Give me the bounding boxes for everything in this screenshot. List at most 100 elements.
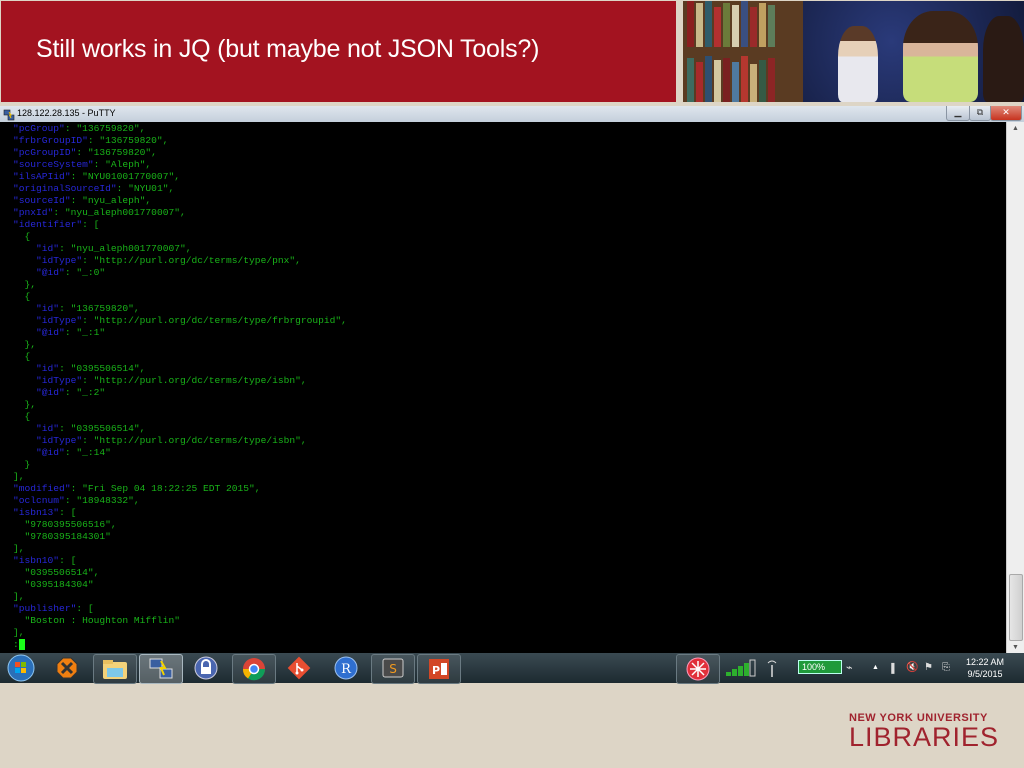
svg-text:R: R — [341, 662, 352, 677]
terminal-line: "@id": "_:2" — [13, 387, 1020, 399]
terminal-line: "id": "0395506514", — [13, 363, 1020, 375]
json-value — [13, 315, 36, 326]
terminal-line: "pcGroupID": "136759820", — [13, 147, 1020, 159]
volume-muted-icon[interactable]: 🔇 — [906, 653, 920, 683]
logo-line2: LIBRARIES — [849, 722, 1000, 752]
terminal-line: ], — [13, 591, 1020, 603]
json-value: : "http://purl.org/dc/terms/type/isbn", — [82, 435, 307, 446]
terminal-line: ], — [13, 471, 1020, 483]
terminal-line: "id": "136759820", — [13, 303, 1020, 315]
json-key: "idType" — [36, 435, 83, 446]
taskbar-app-git[interactable] — [278, 654, 320, 682]
terminal-output[interactable]: "pcGroup": "136759820", "frbrGroupID": "1… — [0, 123, 1020, 654]
terminal-line: }, — [13, 279, 1020, 291]
json-key: "pcGroup" — [13, 123, 65, 134]
terminal-line: { — [13, 351, 1020, 363]
json-value: : "136759820", — [59, 303, 140, 314]
json-value: { — [13, 231, 31, 242]
terminal-line: "@id": "_:0" — [13, 267, 1020, 279]
taskbar-app-xmarks[interactable] — [46, 654, 88, 682]
terminal-line: { — [13, 411, 1020, 423]
terminal-line: "isbn13": [ — [13, 507, 1020, 519]
json-key: "frbrGroupID" — [13, 135, 88, 146]
json-key: "id" — [36, 303, 60, 314]
taskbar-app-powerpoint[interactable]: P — [417, 654, 461, 684]
taskbar-app-explorer[interactable] — [93, 654, 137, 684]
putty-window[interactable]: 128.122.28.135 - PuTTY ▁ ⧉ ✕ "pcGroup": … — [0, 106, 1024, 654]
taskbar-app-sublime[interactable]: S — [371, 654, 415, 684]
json-key: "id" — [36, 423, 60, 434]
terminal-line: "oclcnum": "18948332", — [13, 495, 1020, 507]
json-value: }, — [13, 339, 37, 350]
json-key: "id" — [36, 363, 60, 374]
taskbar-app-pinned-red[interactable] — [676, 654, 720, 684]
json-key: "ilsAPIid" — [13, 171, 71, 182]
wireless-icon[interactable] — [764, 653, 784, 683]
json-value — [13, 375, 36, 386]
json-key: "sourceSystem" — [13, 159, 94, 170]
json-key: "@id" — [36, 447, 65, 458]
window-titlebar[interactable]: 128.122.28.135 - PuTTY ▁ ⧉ ✕ — [0, 106, 1024, 122]
json-value — [13, 267, 36, 278]
terminal-line: "pnxId": "nyu_aleph001770007", — [13, 207, 1020, 219]
svg-text:P: P — [432, 664, 440, 677]
taskbar-app-keepass[interactable] — [185, 654, 227, 682]
clipboard-icon[interactable]: ⎘ — [942, 653, 956, 683]
restore-button[interactable]: ⧉ — [969, 106, 991, 121]
json-value: : [ — [76, 603, 94, 614]
terminal-line: }, — [13, 339, 1020, 351]
terminal-line: "9780395184301" — [13, 531, 1020, 543]
git-icon — [287, 656, 311, 680]
terminal-line: { — [13, 291, 1020, 303]
json-key: "publisher" — [13, 603, 77, 614]
json-value — [13, 435, 36, 446]
taskbar-app-r[interactable]: R — [325, 654, 367, 682]
terminal-line: "pcGroup": "136759820", — [13, 123, 1020, 135]
json-value: ], — [13, 591, 25, 602]
network-icon[interactable]: ▐ — [888, 653, 902, 683]
terminal-line: "@id": "_:14" — [13, 447, 1020, 459]
text-cursor — [18, 639, 25, 650]
json-key: "originalSourceId" — [13, 183, 117, 194]
terminal-line: } — [13, 459, 1020, 471]
scrollbar-thumb[interactable] — [1009, 574, 1023, 641]
system-clock[interactable]: 12:22 AM 9/5/2015 — [966, 656, 1004, 680]
terminal-line: "ilsAPIid": "NYU01001770007", — [13, 171, 1020, 183]
nyu-libraries-logo: NEW YORK UNIVERSITY LIBRARIES — [849, 712, 999, 753]
close-button[interactable]: ✕ — [990, 106, 1022, 121]
slide-title-banner: Still works in JQ (but maybe not JSON To… — [1, 1, 676, 102]
terminal-line: }, — [13, 399, 1020, 411]
terminal-line: "idType": "http://purl.org/dc/terms/type… — [13, 315, 1020, 327]
json-value: : "NYU01", — [116, 183, 175, 194]
json-value: : [ — [82, 219, 100, 230]
json-value: : "_:1" — [64, 327, 106, 338]
clock-time: 12:22 AM — [965, 657, 1004, 667]
terminal-line: "@id": "_:1" — [13, 327, 1020, 339]
json-value: : "NYU01001770007", — [70, 171, 180, 182]
terminal-scrollbar[interactable]: ▲ ▼ — [1006, 122, 1024, 654]
terminal-prompt[interactable]: : — [13, 639, 1020, 651]
json-key: "modified" — [13, 483, 71, 494]
json-key: "isbn10" — [13, 555, 60, 566]
json-key: "@id" — [36, 327, 65, 338]
power-plug-icon[interactable]: ⌁ — [846, 653, 862, 683]
putty-icon — [149, 658, 173, 679]
json-value — [13, 255, 36, 266]
r-icon: R — [334, 656, 358, 680]
minimize-button[interactable]: ▁ — [946, 106, 970, 121]
json-value: : "nyu_aleph001770007", — [53, 207, 186, 218]
terminal-line: "9780395506516", — [13, 519, 1020, 531]
json-key: "isbn13" — [13, 507, 60, 518]
action-center-flag-icon[interactable]: ⚑ — [924, 653, 938, 683]
start-button[interactable] — [0, 654, 42, 682]
terminal-line: "modified": "Fri Sep 04 18:22:25 EDT 201… — [13, 483, 1020, 495]
scroll-up-arrow-icon[interactable]: ▲ — [1007, 122, 1024, 135]
show-hidden-icons-arrow-icon[interactable]: ▲ — [872, 653, 882, 683]
taskbar-app-chrome[interactable] — [232, 654, 276, 684]
battery-indicator[interactable]: 100% — [798, 653, 842, 683]
json-value: : "0395506514", — [59, 363, 146, 374]
json-value: : "136759820", — [87, 135, 169, 146]
terminal-line: "id": "nyu_aleph001770007", — [13, 243, 1020, 255]
json-value — [13, 327, 36, 338]
taskbar-app-putty[interactable] — [139, 654, 183, 684]
